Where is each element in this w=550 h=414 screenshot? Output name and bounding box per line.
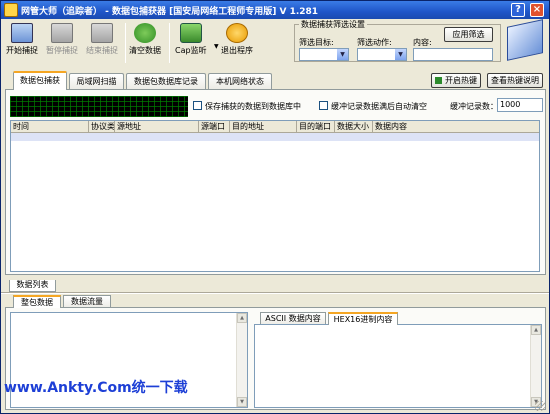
hex-content-pane[interactable]: ▲ ▼ — [254, 324, 542, 408]
exit-icon — [226, 23, 248, 43]
app-icon — [4, 3, 18, 17]
toolbar-separator — [169, 23, 170, 63]
toolbar-separator — [125, 23, 126, 63]
exit-program-button[interactable]: 退出程序 — [221, 23, 253, 56]
vertical-scrollbar[interactable]: ▲ ▼ — [530, 325, 541, 407]
network-stop-icon — [91, 23, 113, 43]
column-source-address[interactable]: 源地址 — [115, 121, 199, 133]
stop-capture-button[interactable]: 结束捕捉 — [86, 23, 118, 56]
tab-lan-scan[interactable]: 局域网扫描 — [69, 73, 124, 89]
apply-filter-button[interactable]: 应用筛选 — [444, 27, 493, 42]
vertical-scrollbar[interactable]: ▲ ▼ — [236, 313, 247, 407]
window-title: 网管大师（追踪者） - 数据包捕获器 [国安局网络工程师专用版] V 1.281 — [21, 7, 319, 17]
traffic-meter — [10, 96, 188, 117]
network-pause-icon — [51, 23, 73, 43]
tab-hex-content[interactable]: HEX16进制内容 — [328, 312, 398, 325]
buffer-count-label: 缓冲记录数： — [450, 102, 498, 111]
scroll-down-icon[interactable]: ▼ — [237, 397, 247, 407]
clear-data-button[interactable]: 清空数据 — [129, 23, 161, 56]
enable-hotkey-button[interactable]: 开启热键 — [431, 73, 481, 88]
filter-target-label: 筛选目标: — [299, 38, 334, 47]
exit-program-label: 退出程序 — [221, 46, 253, 55]
title-bar[interactable]: 网管大师（追踪者） - 数据包捕获器 [国安局网络工程师专用版] V 1.281… — [1, 1, 549, 19]
column-time[interactable]: 时间 — [11, 121, 89, 133]
hotkey-led-icon — [435, 77, 442, 84]
tab-local-net-status[interactable]: 本机网络状态 — [208, 73, 272, 89]
filter-action-select[interactable]: ▼ — [357, 48, 407, 61]
tab-packet-capture[interactable]: 数据包捕获 — [13, 71, 67, 90]
packet-table[interactable]: 时间 协议类型 源地址 源端口 目的地址 目的端口 数据大小 数据内容 — [10, 120, 540, 272]
tab-whole-packet[interactable]: 整包数据 — [13, 295, 61, 308]
splitter[interactable] — [1, 292, 549, 294]
resize-grip[interactable] — [535, 401, 545, 411]
clear-data-label: 清空数据 — [129, 46, 161, 55]
stop-capture-label: 结束捕捉 — [86, 46, 118, 55]
filter-content-input[interactable] — [413, 48, 493, 61]
checkbox-icon — [319, 101, 328, 110]
save-to-db-checkbox[interactable]: 保存捕获的数据到数据库中 — [193, 101, 301, 112]
app-window: 网管大师（追踪者） - 数据包捕获器 [国安局网络工程师专用版] V 1.281… — [0, 0, 550, 414]
auto-clear-checkbox[interactable]: 缓冲记录数据满后自动清空 — [319, 101, 427, 112]
main-tab-strip: 数据包捕获 局域网扫描 数据包数据库记录 本机网络状态 开启热键 查看热键说明 — [1, 71, 549, 90]
pause-capture-label: 暂停捕捉 — [46, 46, 78, 55]
buffer-count-input[interactable]: 1000 — [497, 98, 543, 112]
start-capture-label: 开始捕捉 — [6, 46, 38, 55]
network-monitor-icon — [11, 23, 33, 43]
tab-packet-db[interactable]: 数据包数据库记录 — [126, 73, 206, 89]
save-to-db-label: 保存捕获的数据到数据库中 — [205, 102, 301, 111]
pause-capture-button[interactable]: 暂停捕捉 — [46, 23, 78, 56]
packet-table-header: 时间 协议类型 源地址 源端口 目的地址 目的端口 数据大小 数据内容 — [11, 121, 539, 133]
column-dest-address[interactable]: 目的地址 — [230, 121, 297, 133]
recycle-icon — [134, 23, 156, 43]
column-source-port[interactable]: 源端口 — [199, 121, 230, 133]
column-dest-port[interactable]: 目的端口 — [297, 121, 335, 133]
column-data-size[interactable]: 数据大小 — [335, 121, 373, 133]
scroll-up-icon[interactable]: ▲ — [531, 325, 541, 335]
tab-data-list[interactable]: 数据列表 — [9, 280, 56, 292]
filter-target-select[interactable]: ▼ — [299, 48, 349, 61]
cap-listen-label: Cap监听 — [175, 46, 207, 55]
chevron-down-icon[interactable]: ▼ — [395, 49, 406, 60]
table-row[interactable] — [11, 133, 539, 141]
column-data-content[interactable]: 数据内容 — [373, 121, 539, 133]
chevron-down-icon[interactable]: ▼ — [337, 49, 348, 60]
column-protocol[interactable]: 协议类型 — [89, 121, 115, 133]
cap-listen-button[interactable]: Cap监听 — [175, 23, 207, 56]
enable-hotkey-label: 开启热键 — [445, 76, 477, 85]
checkbox-icon — [193, 101, 202, 110]
start-capture-button[interactable]: 开始捕捉 — [6, 23, 38, 56]
hotkey-help-button[interactable]: 查看热键说明 — [487, 73, 543, 88]
filter-group-title: 数据捕获筛选设置 — [299, 19, 367, 30]
auto-clear-label: 缓冲记录数据满后自动清空 — [331, 102, 427, 111]
network-card-icon — [179, 23, 202, 43]
help-button[interactable]: ? — [511, 3, 525, 17]
scroll-up-icon[interactable]: ▲ — [237, 313, 247, 323]
filter-content-label: 内容: — [413, 38, 432, 47]
packet-capture-panel: 保存捕获的数据到数据库中 缓冲记录数据满后自动清空 缓冲记录数： 1000 时间… — [5, 89, 546, 275]
watermark-text: www.Ankty.Com统一下载 — [4, 380, 188, 396]
close-button[interactable]: × — [530, 3, 544, 17]
filter-action-label: 筛选动作: — [357, 38, 392, 47]
cap-dropdown-icon[interactable]: ▼ — [214, 43, 219, 50]
